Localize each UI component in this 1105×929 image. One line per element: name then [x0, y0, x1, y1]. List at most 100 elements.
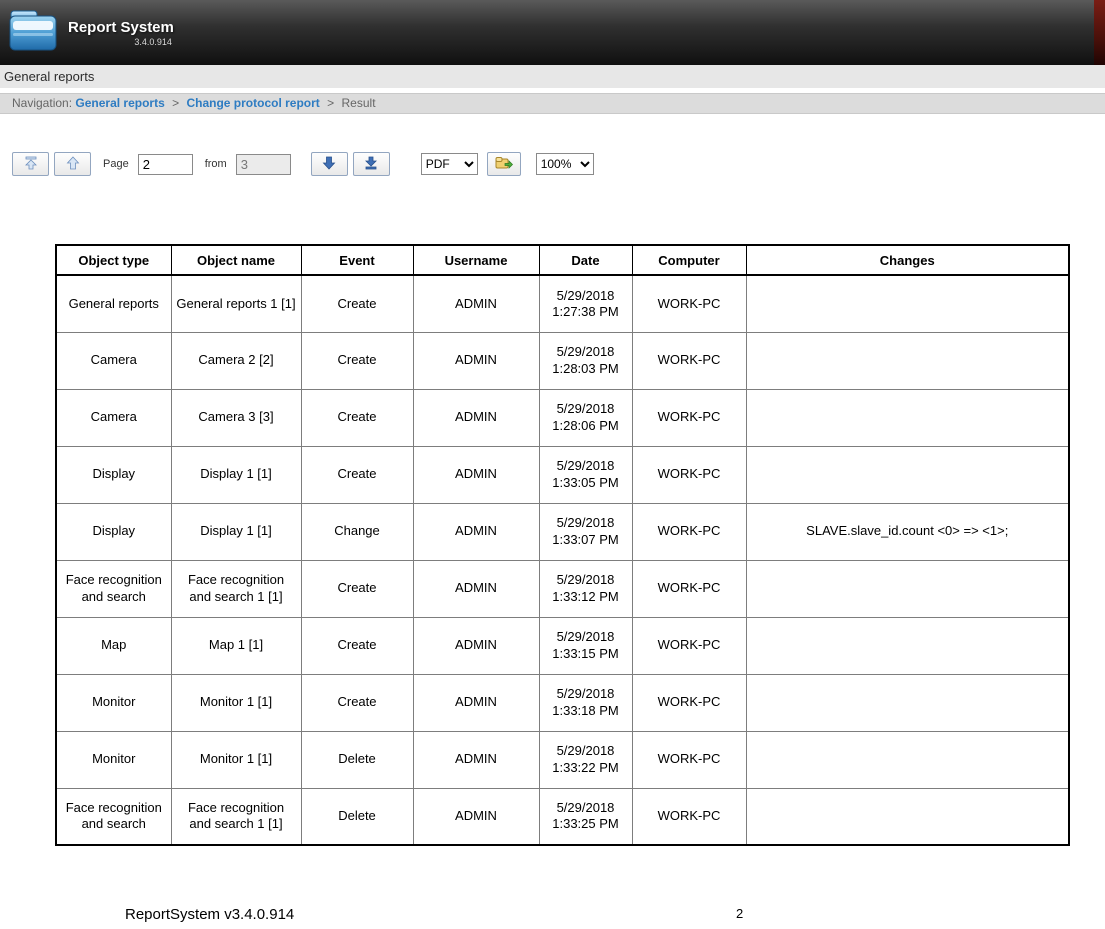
current-page-input[interactable] — [138, 154, 193, 175]
cell-object-name: Monitor 1 [1] — [171, 731, 301, 788]
app-version: 3.4.0.914 — [68, 37, 174, 47]
cell-object-type: Map — [56, 617, 171, 674]
header-accent-stripe — [1094, 0, 1105, 65]
cell-date: 5/29/20181:33:22 PM — [539, 731, 632, 788]
app-title: Report System — [68, 19, 174, 36]
table-row: Camera Camera 3 [3] Create ADMIN 5/29/20… — [56, 389, 1069, 446]
app-title-block: Report System 3.4.0.914 — [68, 19, 174, 47]
cell-object-name: Camera 3 [3] — [171, 389, 301, 446]
cell-date: 5/29/20181:33:15 PM — [539, 617, 632, 674]
column-header-event: Event — [301, 245, 413, 275]
cell-computer: WORK-PC — [632, 503, 746, 560]
app-header: Report System 3.4.0.914 — [0, 0, 1105, 65]
change-protocol-report-table: Object type Object name Event Username D… — [55, 244, 1070, 846]
table-row: Display Display 1 [1] Change ADMIN 5/29/… — [56, 503, 1069, 560]
cell-username: ADMIN — [413, 332, 539, 389]
column-header-object-name: Object name — [171, 245, 301, 275]
from-label: from — [205, 158, 227, 170]
cell-object-type: Monitor — [56, 731, 171, 788]
export-format-select[interactable]: PDF — [421, 153, 478, 175]
report-table-body: General reports General reports 1 [1] Cr… — [56, 275, 1069, 845]
cell-date: 5/29/20181:33:25 PM — [539, 788, 632, 845]
export-button[interactable] — [487, 152, 521, 176]
column-header-date: Date — [539, 245, 632, 275]
last-page-button[interactable] — [353, 152, 390, 176]
cell-event: Create — [301, 617, 413, 674]
total-pages-input — [236, 154, 291, 175]
breadcrumb-link-change-protocol-report[interactable]: Change protocol report — [186, 96, 319, 110]
footer-app-label: ReportSystem v3.4.0.914 — [125, 906, 294, 923]
cell-date: 5/29/20181:28:06 PM — [539, 389, 632, 446]
cell-changes — [746, 674, 1069, 731]
cell-username: ADMIN — [413, 560, 539, 617]
table-row: Face recognition and search Face recogni… — [56, 560, 1069, 617]
cell-event: Create — [301, 332, 413, 389]
cell-computer: WORK-PC — [632, 332, 746, 389]
breadcrumb-separator: > — [327, 96, 334, 110]
cell-object-name: Face recognition and search 1 [1] — [171, 788, 301, 845]
cell-username: ADMIN — [413, 731, 539, 788]
cell-object-name: Camera 2 [2] — [171, 332, 301, 389]
cell-date: 5/29/20181:33:12 PM — [539, 560, 632, 617]
table-row: Monitor Monitor 1 [1] Delete ADMIN 5/29/… — [56, 731, 1069, 788]
cell-object-type: Display — [56, 446, 171, 503]
cell-changes — [746, 332, 1069, 389]
cell-changes — [746, 560, 1069, 617]
cell-object-type: Camera — [56, 389, 171, 446]
cell-object-type: Monitor — [56, 674, 171, 731]
cell-changes — [746, 275, 1069, 332]
export-report-icon — [495, 155, 513, 174]
cell-event: Delete — [301, 731, 413, 788]
cell-object-type: Camera — [56, 332, 171, 389]
cell-object-type: Face recognition and search — [56, 788, 171, 845]
cell-username: ADMIN — [413, 446, 539, 503]
previous-page-button[interactable] — [54, 152, 91, 176]
breadcrumb-current: Result — [342, 96, 376, 110]
footer-page-number: 2 — [736, 906, 743, 921]
next-page-button[interactable] — [311, 152, 348, 176]
cell-computer: WORK-PC — [632, 674, 746, 731]
table-row: General reports General reports 1 [1] Cr… — [56, 275, 1069, 332]
cell-username: ADMIN — [413, 389, 539, 446]
cell-computer: WORK-PC — [632, 389, 746, 446]
breadcrumb-label: Navigation: — [12, 96, 72, 110]
cell-computer: WORK-PC — [632, 275, 746, 332]
cell-object-type: Face recognition and search — [56, 560, 171, 617]
column-header-changes: Changes — [746, 245, 1069, 275]
cell-changes — [746, 617, 1069, 674]
cell-date: 5/29/20181:33:18 PM — [539, 674, 632, 731]
zoom-select[interactable]: 100% — [536, 153, 594, 175]
cell-changes: SLAVE.slave_id.count <0> => <1>; — [746, 503, 1069, 560]
cell-computer: WORK-PC — [632, 617, 746, 674]
cell-date: 5/29/20181:33:07 PM — [539, 503, 632, 560]
cell-event: Create — [301, 560, 413, 617]
section-title: General reports — [0, 65, 1105, 88]
column-header-username: Username — [413, 245, 539, 275]
cell-object-name: Display 1 [1] — [171, 446, 301, 503]
cell-date: 5/29/20181:33:05 PM — [539, 446, 632, 503]
table-header: Object type Object name Event Username D… — [56, 245, 1069, 275]
page-label: Page — [103, 158, 129, 170]
cell-computer: WORK-PC — [632, 731, 746, 788]
breadcrumb-separator: > — [172, 96, 179, 110]
cell-event: Delete — [301, 788, 413, 845]
cell-username: ADMIN — [413, 617, 539, 674]
cell-computer: WORK-PC — [632, 788, 746, 845]
arrow-up-icon — [66, 156, 80, 173]
arrow-down-icon — [322, 156, 336, 173]
breadcrumb: Navigation: General reports > Change pro… — [0, 93, 1105, 114]
cell-username: ADMIN — [413, 674, 539, 731]
arrow-down-bar-icon — [364, 156, 378, 173]
cell-object-type: Display — [56, 503, 171, 560]
cell-event: Create — [301, 446, 413, 503]
first-page-button[interactable] — [12, 152, 49, 176]
cell-object-name: Monitor 1 [1] — [171, 674, 301, 731]
cell-changes — [746, 731, 1069, 788]
cell-changes — [746, 389, 1069, 446]
cell-event: Create — [301, 275, 413, 332]
column-header-computer: Computer — [632, 245, 746, 275]
breadcrumb-link-general-reports[interactable]: General reports — [75, 96, 164, 110]
report-folder-icon — [8, 8, 58, 59]
table-row: Display Display 1 [1] Create ADMIN 5/29/… — [56, 446, 1069, 503]
cell-object-name: Display 1 [1] — [171, 503, 301, 560]
